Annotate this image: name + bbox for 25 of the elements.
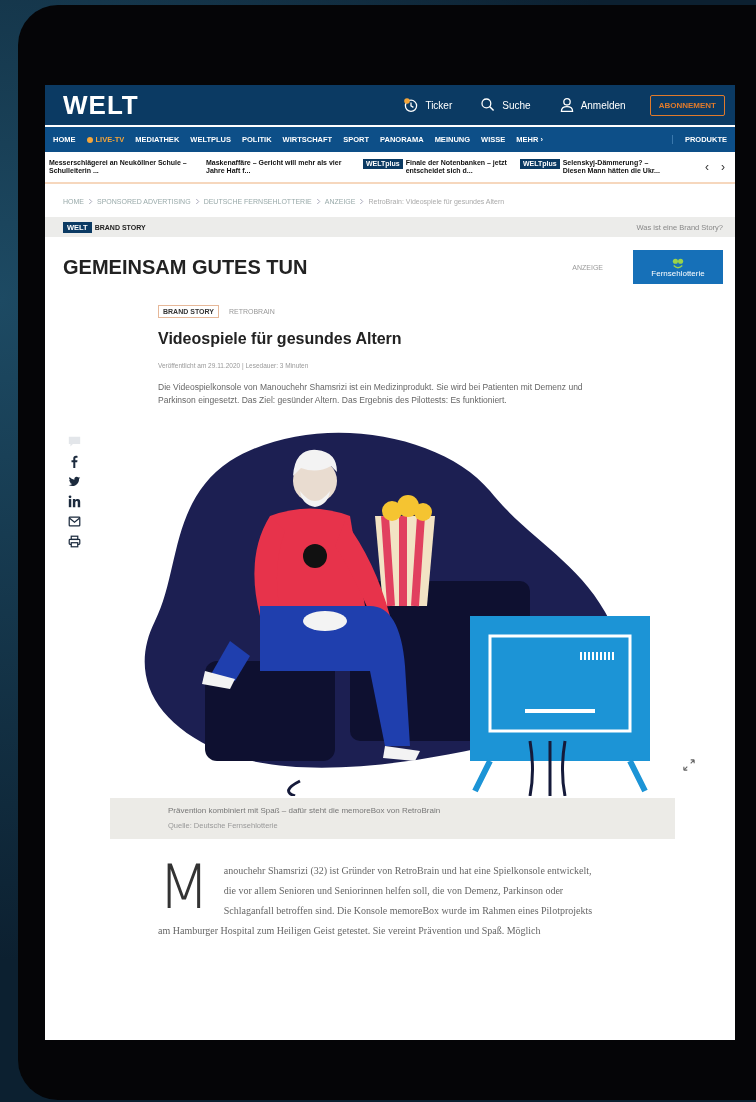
previous-button[interactable]: ‹ bbox=[705, 160, 709, 174]
site-logo: WELT bbox=[63, 89, 139, 121]
clover-icon bbox=[671, 256, 685, 269]
user-icon bbox=[558, 97, 575, 113]
article-lead: Die Videospielkonsole von Manouchehr Shamsrizi ist ein Medizinprodukt. Sie wird bei Patienten mit Demenz und Parkinson eingesetzt. Das Ziel: gesünder Altern. Das Ergebnis des Pilottests: Es funktioniert. bbox=[158, 381, 584, 408]
sponsor-logo[interactable]: Fernsehlotterie bbox=[633, 250, 723, 284]
twitter-icon[interactable] bbox=[67, 475, 81, 488]
mail-icon[interactable] bbox=[67, 515, 81, 528]
header-link[interactable]: Suche bbox=[480, 97, 531, 113]
image-caption: Prävention kombiniert mit Spaß – dafür steht die memoreBox von RetroBrain bbox=[168, 806, 442, 816]
chevron-icon bbox=[359, 198, 365, 205]
subscribe-button[interactable]: ABONNEMENT bbox=[649, 94, 725, 116]
header-link[interactable]: Anmelden bbox=[558, 97, 626, 113]
chevron-icon bbox=[88, 198, 93, 205]
linkedin-icon[interactable] bbox=[67, 495, 81, 508]
clock-icon bbox=[403, 97, 420, 113]
expand-icon[interactable] bbox=[683, 759, 695, 772]
article-title: Videospiele für gesundes Altern bbox=[158, 330, 403, 348]
section-title: GEMEINSAM GUTES TUN bbox=[63, 255, 308, 279]
chevron-icon bbox=[194, 198, 200, 205]
search-icon bbox=[480, 97, 497, 113]
header-link[interactable]: Ticker bbox=[403, 97, 453, 113]
next-button[interactable]: › bbox=[721, 160, 725, 174]
print-icon[interactable] bbox=[67, 535, 81, 548]
chevron-icon bbox=[315, 198, 321, 205]
